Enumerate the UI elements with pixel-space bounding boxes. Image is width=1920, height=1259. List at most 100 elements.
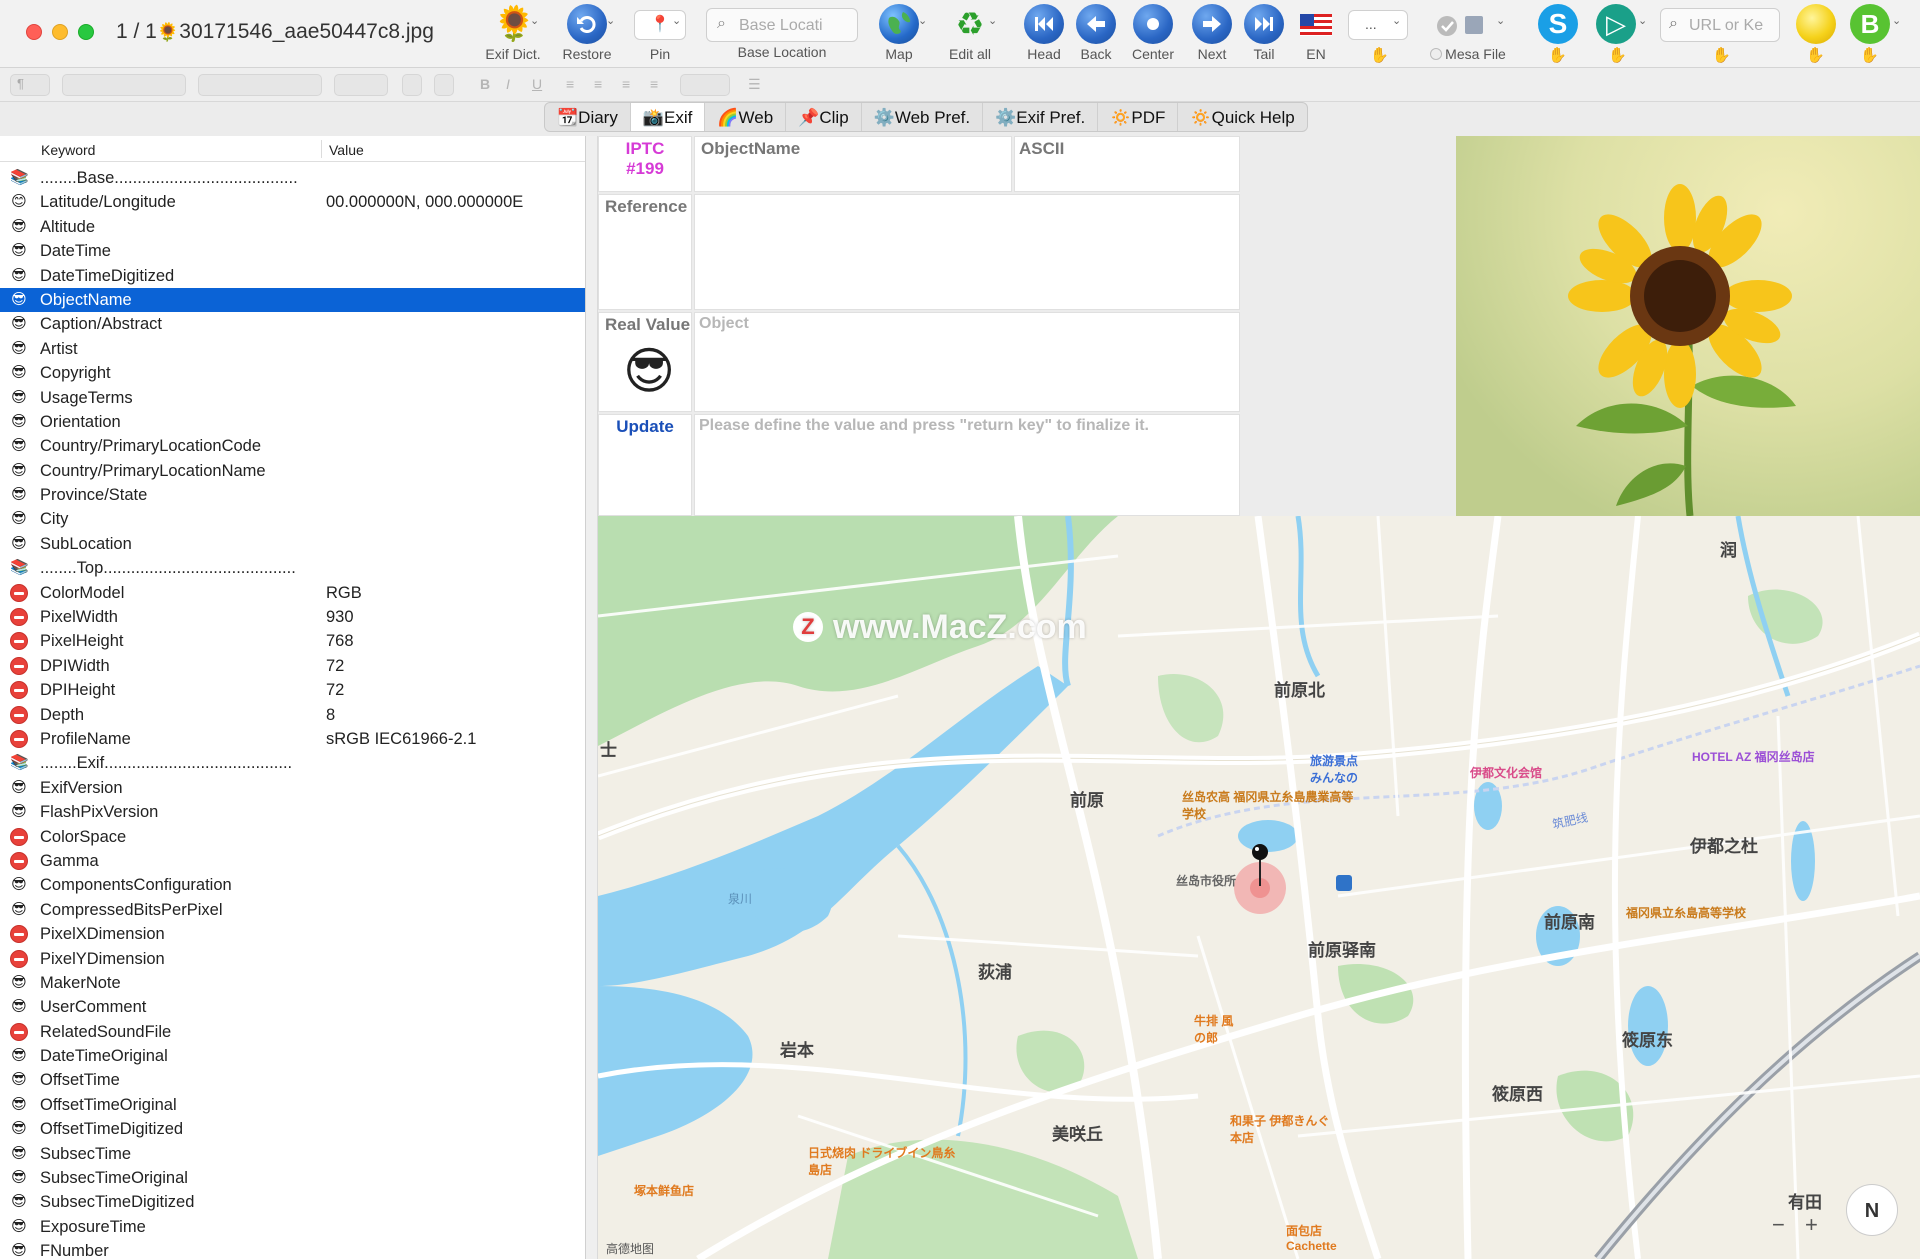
hand-icon[interactable]: ✋	[1860, 46, 1879, 64]
table-row[interactable]: 📚 ........Top............................…	[0, 556, 585, 580]
map-poi[interactable]: 牛排 風の郎	[1194, 1012, 1240, 1046]
align-right-icon[interactable]: ≡	[622, 76, 630, 92]
tab-exif-pref[interactable]: ⚙️Exif Pref.	[983, 103, 1099, 131]
table-row[interactable]: 😎 SubLocation	[0, 532, 585, 556]
chevron-down-icon[interactable]: ⌄	[672, 14, 681, 27]
map-poi[interactable]: 日式烧肉 ドライブイン鳥糸島店	[808, 1144, 958, 1178]
next-button[interactable]: Next	[1190, 4, 1234, 62]
table-row[interactable]: 😎 FNumber	[0, 1239, 585, 1259]
tab-clip[interactable]: 📌Clip	[786, 103, 862, 131]
zoom-out-button[interactable]: −	[1772, 1212, 1785, 1237]
font-size-dropdown[interactable]	[334, 74, 388, 96]
table-row[interactable]: PixelWidth 930	[0, 605, 585, 629]
table-row[interactable]: RelatedSoundFile	[0, 1020, 585, 1044]
tab-pdf[interactable]: 🔅PDF	[1098, 103, 1179, 131]
table-row[interactable]: 😎 Caption/Abstract	[0, 312, 585, 336]
tab-exif[interactable]: 📸Exif	[630, 103, 706, 131]
zoom-window-button[interactable]	[78, 24, 94, 40]
chevron-down-icon[interactable]: ⌄	[530, 14, 539, 27]
align-left-icon[interactable]: ≡	[566, 76, 574, 92]
table-row[interactable]: 😎 Artist	[0, 337, 585, 361]
table-row[interactable]: 😎 OffsetTime	[0, 1068, 585, 1092]
update-button[interactable]: Update	[598, 414, 692, 516]
hand-icon[interactable]: ✋	[1712, 46, 1731, 64]
close-window-button[interactable]	[26, 24, 42, 40]
chevron-down-icon[interactable]: ⌄	[1892, 14, 1901, 27]
map-poi[interactable]: 旅游景点 みんなの	[1310, 752, 1364, 786]
table-row[interactable]: 😎 Country/PrimaryLocationCode	[0, 434, 585, 458]
center-button[interactable]: Center	[1130, 4, 1176, 62]
bold-button[interactable]: B	[480, 76, 490, 92]
back-button[interactable]: Back	[1074, 4, 1118, 62]
table-row[interactable]: ColorSpace	[0, 825, 585, 849]
paragraph-style-dropdown[interactable]: ¶	[10, 74, 50, 96]
table-row[interactable]: 😎 UserComment	[0, 995, 585, 1019]
real-value-input[interactable]: Object	[694, 312, 1240, 412]
table-row[interactable]: 📚 ........Exif...........................…	[0, 751, 585, 775]
minimize-window-button[interactable]	[52, 24, 68, 40]
font-style-dropdown[interactable]	[198, 74, 322, 96]
map-poi[interactable]: 福冈県立糸島高等学校	[1626, 904, 1746, 921]
skype-button[interactable]: S	[1536, 4, 1580, 46]
chevron-down-icon[interactable]: ⌄	[1392, 14, 1401, 27]
base-location-input[interactable]: ⌕ Base Locati	[706, 8, 858, 42]
align-center-icon[interactable]: ≡	[594, 76, 602, 92]
mesa-file-button[interactable]: Mesa File	[1428, 4, 1508, 62]
map-poi[interactable]: 面包店 Cachette	[1286, 1222, 1358, 1253]
tab-diary[interactable]: 📆Diary	[545, 103, 631, 131]
table-row[interactable]: 😎 ExposureTime	[0, 1215, 585, 1239]
zoom-in-button[interactable]: +	[1805, 1212, 1818, 1237]
table-row[interactable]: PixelHeight 768	[0, 629, 585, 653]
map-poi[interactable]: 和果子 伊都きんぐ本店	[1230, 1112, 1338, 1146]
column-header-value[interactable]: Value	[329, 142, 364, 158]
table-row[interactable]: 😎 Country/PrimaryLocationName	[0, 459, 585, 483]
photo-preview[interactable]	[1456, 136, 1920, 516]
table-row[interactable]: 😎 UsageTerms	[0, 386, 585, 410]
url-input[interactable]: ⌕ URL or Ke	[1660, 8, 1780, 42]
edit-all-button[interactable]: ♻ Edit all	[940, 4, 1000, 62]
head-button[interactable]: Head	[1022, 4, 1066, 62]
table-row[interactable]: 😎 FlashPixVersion	[0, 800, 585, 824]
table-row[interactable]: 😎 DateTime	[0, 239, 585, 263]
table-row[interactable]: 😎 DateTimeOriginal	[0, 1044, 585, 1068]
table-row[interactable]: DPIHeight 72	[0, 678, 585, 702]
map-poi[interactable]: HOTEL AZ 福冈丝岛店	[1692, 748, 1815, 765]
chevron-down-icon[interactable]: ⌄	[988, 14, 997, 27]
compass-button[interactable]: N	[1846, 1184, 1898, 1236]
table-row[interactable]: 😎 Altitude	[0, 215, 585, 239]
tab-quick-help[interactable]: 🔅Quick Help	[1178, 103, 1306, 131]
chevron-down-icon[interactable]: ⌄	[1638, 14, 1647, 27]
tail-button[interactable]: Tail	[1242, 4, 1286, 62]
table-row[interactable]: Depth 8	[0, 703, 585, 727]
table-row[interactable]: 😎 Copyright	[0, 361, 585, 385]
hand-icon[interactable]: ✋	[1548, 46, 1567, 64]
table-row[interactable]: 😎 OffsetTimeOriginal	[0, 1093, 585, 1117]
table-row[interactable]: PixelYDimension	[0, 947, 585, 971]
table-row[interactable]: 😎 Orientation	[0, 410, 585, 434]
table-row[interactable]: 😎 SubsecTimeOriginal	[0, 1166, 585, 1190]
table-row[interactable]: 😎 Province/State	[0, 483, 585, 507]
italic-button[interactable]: I	[506, 76, 510, 92]
text-color-button[interactable]	[402, 74, 422, 96]
column-header-keyword[interactable]: Keyword	[41, 142, 95, 158]
hand-icon[interactable]: ✋	[1806, 46, 1825, 64]
underline-button[interactable]: U	[532, 76, 542, 92]
map-button[interactable]: Map	[870, 4, 928, 62]
splitter-handle[interactable]	[586, 136, 598, 1259]
reference-field[interactable]	[694, 194, 1240, 310]
exif-dict-button[interactable]: 🌻 Exif Dict.	[478, 4, 548, 62]
table-row[interactable]: PixelXDimension	[0, 922, 585, 946]
chevron-down-icon[interactable]: ⌄	[606, 14, 615, 27]
map-poi[interactable]: 伊都文化会馆	[1470, 764, 1542, 781]
table-row[interactable]: 📚 ........Base...........................…	[0, 166, 585, 190]
background-color-button[interactable]	[434, 74, 454, 96]
align-justify-icon[interactable]: ≡	[650, 76, 658, 92]
chevron-down-icon[interactable]: ⌄	[1496, 14, 1505, 27]
table-row[interactable]: DPIWidth 72	[0, 654, 585, 678]
map-poi[interactable]: 丝岛市役所	[1176, 872, 1236, 889]
table-row[interactable]: 😎 ObjectName	[0, 287, 585, 313]
map-poi[interactable]: 丝岛农高 福冈県立糸島農業高等学校	[1182, 788, 1362, 822]
hand-icon[interactable]: ✋	[1370, 46, 1389, 64]
restore-button[interactable]: Restore	[552, 4, 622, 62]
table-row[interactable]: 😎 SubsecTimeDigitized	[0, 1190, 585, 1214]
